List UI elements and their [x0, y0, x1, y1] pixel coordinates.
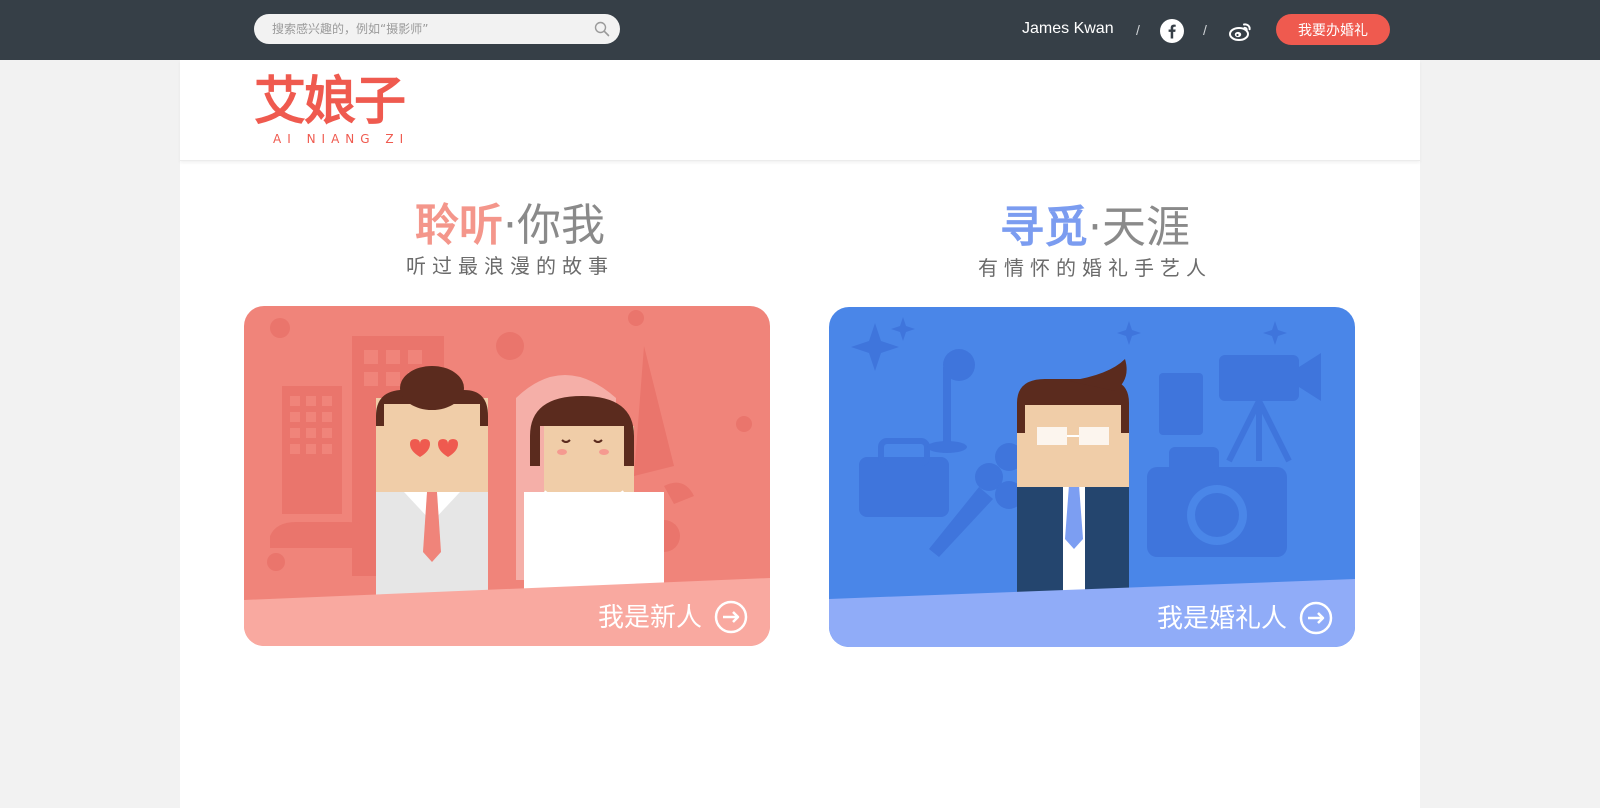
logo[interactable]: 艾娘子: [254, 74, 406, 130]
search-input[interactable]: [272, 14, 572, 44]
facebook-icon[interactable]: [1160, 19, 1184, 43]
section-heading-newlyweds: 聆听·你我 听过最浪漫的故事: [300, 200, 720, 279]
search-box[interactable]: [254, 14, 620, 44]
search-icon[interactable]: [594, 21, 610, 37]
main-panel: 艾娘子 AI NIANG ZI 聆听·你我 听过最浪漫的故事 寻觅·天涯 有情怀…: [180, 60, 1420, 808]
heading-highlight: 寻觅: [1000, 202, 1088, 253]
heading-subtitle: 有情怀的婚礼手艺人: [978, 256, 1212, 280]
weibo-icon[interactable]: [1228, 20, 1254, 42]
heading-rest: 你我: [517, 200, 605, 251]
heading-highlight: 聆听: [415, 200, 503, 251]
plan-wedding-button[interactable]: 我要办婚礼: [1276, 14, 1390, 45]
top-navigation-bar: James Kwan / / 我要办婚礼: [0, 0, 1600, 60]
couple-illustration: [244, 310, 770, 646]
separator: /: [1136, 22, 1140, 38]
logo-subtitle: AI NIANG ZI: [273, 132, 410, 146]
vendors-card[interactable]: 我是婚礼人: [829, 307, 1355, 647]
newlyweds-card-label: 我是新人: [597, 603, 702, 633]
heading-dot: ·: [503, 200, 517, 251]
heading-subtitle: 听过最浪漫的故事: [406, 254, 614, 278]
arrow-right-circle-icon: [714, 600, 748, 634]
heading-rest: 天涯: [1102, 202, 1190, 253]
section-heading-vendors: 寻觅·天涯 有情怀的婚礼手艺人: [885, 202, 1305, 281]
newlyweds-card[interactable]: 我是新人: [244, 306, 770, 646]
user-name-link[interactable]: James Kwan: [1022, 20, 1114, 38]
heading-dot: ·: [1088, 202, 1102, 253]
logo-header: 艾娘子 AI NIANG ZI: [180, 60, 1420, 161]
vendors-card-label: 我是婚礼人: [1156, 604, 1287, 634]
arrow-right-circle-icon: [1299, 601, 1333, 635]
separator: /: [1203, 22, 1207, 38]
vendor-illustration: [829, 317, 1355, 647]
